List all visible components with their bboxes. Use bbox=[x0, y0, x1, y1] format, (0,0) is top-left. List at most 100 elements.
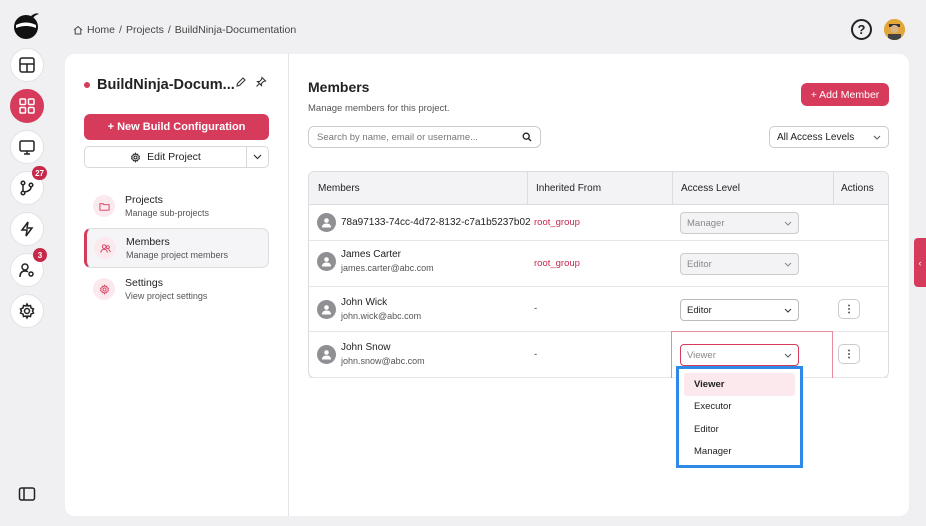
new-build-configuration-button[interactable]: + New Build Configuration bbox=[84, 114, 269, 140]
breadcrumb-home[interactable]: Home bbox=[87, 24, 115, 36]
kebab-icon: ⋮ bbox=[844, 303, 854, 315]
table-row: John Wick john.wick@abc.com - Editor ⋮ bbox=[309, 287, 888, 332]
access-level-value: Editor bbox=[687, 258, 712, 270]
sidebar-toggle-icon[interactable] bbox=[18, 486, 36, 502]
sidebar-item-projects[interactable]: Projects Manage sub-projects bbox=[84, 186, 269, 226]
projects-nav-button[interactable] bbox=[10, 89, 44, 123]
sidebar-item-sublabel: Manage sub-projects bbox=[125, 208, 210, 218]
column-divider bbox=[672, 172, 673, 205]
member-cell: James Carter james.carter@abc.com bbox=[317, 249, 434, 273]
table-row: James Carter james.carter@abc.com root_g… bbox=[309, 241, 888, 287]
filter-value: All Access Levels bbox=[777, 131, 855, 143]
sidebar-item-text: Settings View project settings bbox=[125, 277, 207, 301]
gear-icon bbox=[130, 151, 141, 163]
lightning-icon bbox=[20, 221, 34, 237]
settings-icon-wrap bbox=[93, 278, 115, 300]
row-actions-button[interactable]: ⋮ bbox=[838, 344, 860, 364]
help-icon: ? bbox=[857, 22, 866, 37]
sidebar-item-sublabel: Manage project members bbox=[126, 250, 229, 260]
edit-project-menu-toggle[interactable] bbox=[246, 147, 268, 167]
breadcrumb: Home / Projects / BuildNinja-Documentati… bbox=[73, 24, 296, 36]
project-sidepanel: BuildNinja-Docum... + New Build Configur… bbox=[65, 54, 289, 516]
member-name: John Wick bbox=[341, 297, 388, 308]
access-level-value: Editor bbox=[687, 304, 712, 316]
member-email: john.snow@abc.com bbox=[341, 356, 425, 366]
avatar bbox=[317, 299, 336, 319]
breadcrumb-projects[interactable]: Projects bbox=[126, 24, 164, 36]
access-level-cell: Editor bbox=[680, 253, 799, 275]
column-header-access: Access Level bbox=[681, 183, 740, 194]
actions-cell: ⋮ bbox=[838, 344, 860, 364]
agents-nav-button[interactable] bbox=[10, 130, 44, 164]
member-info: 78a97133-74cc-4d72-8132-c7a1b5237b02 bbox=[341, 217, 531, 228]
inherited-from: - bbox=[534, 303, 538, 314]
member-info: John Wick john.wick@abc.com bbox=[341, 297, 421, 321]
chevron-down-icon bbox=[784, 221, 792, 226]
user-avatar[interactable] bbox=[884, 19, 905, 40]
dashboard-nav-button[interactable] bbox=[10, 48, 44, 82]
pin-icon[interactable] bbox=[255, 76, 267, 88]
access-level-dropdown: Viewer Executor Editor Manager bbox=[676, 366, 803, 468]
folder-icon-wrap bbox=[93, 195, 115, 217]
inherited-from[interactable]: root_group bbox=[534, 258, 580, 269]
member-email: john.wick@abc.com bbox=[341, 311, 422, 321]
chevron-down-icon bbox=[784, 262, 792, 267]
dashboard-icon bbox=[19, 57, 35, 73]
avatar-icon bbox=[884, 19, 905, 40]
search-icon[interactable] bbox=[522, 132, 532, 142]
inherited-from[interactable]: root_group bbox=[534, 217, 580, 228]
access-level-cell: Editor bbox=[680, 299, 799, 321]
sidebar-item-settings[interactable]: Settings View project settings bbox=[84, 269, 269, 309]
dropdown-option-manager[interactable]: Manager bbox=[684, 441, 795, 464]
sidebar-item-text: Members Manage project members bbox=[126, 236, 228, 260]
column-divider bbox=[833, 172, 834, 205]
table-header: Members Inherited From Access Level Acti… bbox=[309, 172, 888, 205]
left-rail: 27 3 bbox=[0, 0, 52, 526]
chevron-down-icon bbox=[873, 135, 881, 140]
gear-icon bbox=[99, 283, 109, 295]
row-actions-button[interactable]: ⋮ bbox=[838, 299, 860, 319]
member-name: John Snow bbox=[341, 342, 391, 353]
access-level-select: Manager bbox=[680, 212, 799, 234]
edit-project-button[interactable]: Edit Project bbox=[85, 147, 246, 167]
settings-nav-button[interactable] bbox=[10, 294, 44, 328]
dropdown-option-editor[interactable]: Editor bbox=[684, 418, 795, 441]
status-dot bbox=[84, 82, 90, 88]
users-nav-button[interactable]: 3 bbox=[10, 248, 47, 287]
search-input[interactable] bbox=[317, 131, 522, 143]
column-divider bbox=[527, 172, 528, 205]
triggers-nav-button[interactable] bbox=[10, 212, 44, 246]
sidebar-item-label: Members bbox=[126, 236, 170, 248]
user-icon bbox=[322, 349, 331, 359]
breadcrumb-current: BuildNinja-Documentation bbox=[174, 24, 297, 36]
avatar bbox=[317, 344, 336, 364]
users-badge: 3 bbox=[33, 248, 47, 262]
home-icon bbox=[73, 25, 83, 35]
chevron-down-icon bbox=[253, 154, 262, 160]
dropdown-option-viewer[interactable]: Viewer bbox=[684, 373, 795, 396]
ninja-logo-icon[interactable] bbox=[11, 10, 41, 40]
breadcrumb-separator: / bbox=[119, 24, 122, 36]
column-header-members: Members bbox=[318, 183, 360, 194]
member-cell: 78a97133-74cc-4d72-8132-c7a1b5237b02 bbox=[317, 213, 531, 232]
access-level-filter[interactable]: All Access Levels bbox=[769, 126, 889, 148]
edit-project-label: Edit Project bbox=[147, 151, 201, 163]
page-title: Members bbox=[308, 79, 370, 95]
monitor-icon bbox=[19, 140, 35, 155]
users-icon bbox=[99, 243, 111, 253]
sidebar-item-members[interactable]: Members Manage project members bbox=[84, 228, 269, 268]
search-box bbox=[308, 126, 541, 148]
user-icon bbox=[322, 304, 331, 314]
builds-nav-button[interactable]: 27 bbox=[10, 166, 47, 205]
access-level-select[interactable]: Editor bbox=[680, 299, 799, 321]
sidebar-item-text: Projects Manage sub-projects bbox=[125, 194, 209, 218]
help-button[interactable]: ? bbox=[851, 19, 872, 40]
pencil-icon[interactable] bbox=[235, 76, 247, 88]
members-icon-wrap bbox=[94, 237, 116, 259]
breadcrumb-separator: / bbox=[167, 24, 171, 36]
user-icon bbox=[322, 218, 331, 228]
add-member-button[interactable]: + Add Member bbox=[801, 83, 889, 106]
user-icon bbox=[322, 256, 331, 266]
side-drawer-toggle[interactable]: ‹ bbox=[914, 238, 926, 287]
dropdown-option-executor[interactable]: Executor bbox=[684, 396, 795, 419]
